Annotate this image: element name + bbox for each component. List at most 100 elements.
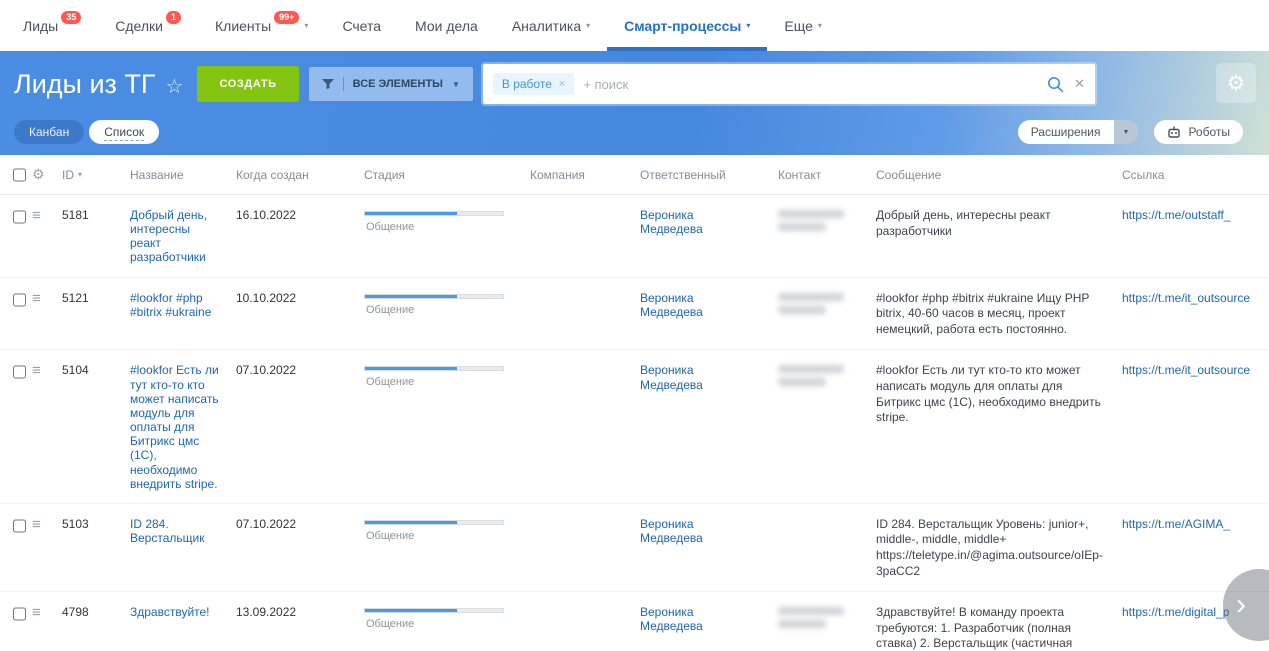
contact-redacted (778, 365, 844, 386)
main-menu: Лиды 35 Сделки 1 Клиенты 99+ ▾ Счета Мои… (0, 0, 1269, 51)
nav-item-more[interactable]: Еще ▾ (767, 0, 839, 51)
message-text: #lookfor Есть ли тут кто-то кто может на… (876, 363, 1101, 424)
column-header-id[interactable]: ID▾ (54, 168, 122, 182)
table-row[interactable]: ≡ 5121 #lookfor #php #bitrix #ukraine 10… (0, 278, 1269, 351)
stage-progress-bar (364, 211, 504, 216)
robots-button[interactable]: Роботы (1154, 120, 1243, 144)
created-date: 10.10.2022 (228, 291, 356, 305)
responsible-link[interactable]: Вероника Медведева (640, 605, 722, 633)
column-header-stage[interactable]: Стадия (356, 168, 522, 182)
select-all-checkbox[interactable] (13, 168, 26, 182)
nav-label: Еще (784, 18, 813, 34)
responsible-link[interactable]: Вероника Медведева (640, 291, 722, 319)
settings-gear-button[interactable]: ⚙ (1216, 63, 1256, 103)
responsible-link[interactable]: Вероника Медведева (640, 517, 722, 545)
extensions-label: Расширения (1018, 120, 1114, 144)
table-row[interactable]: ≡ 5181 Добрый день, интересны реакт разр… (0, 195, 1269, 278)
column-header-created[interactable]: Когда создан (228, 168, 356, 182)
column-header-name[interactable]: Название (122, 168, 228, 182)
nav-label: Клиенты (215, 18, 271, 34)
tab-list[interactable]: Список (89, 120, 159, 144)
stage-label: Общение (364, 304, 514, 317)
stage-cell: Общение (356, 291, 522, 317)
telegram-link[interactable]: https://t.me/AGIMA_ (1122, 517, 1230, 531)
nav-item-leads[interactable]: Лиды 35 (6, 0, 98, 51)
stage-progress-fill (365, 212, 457, 215)
telegram-link[interactable]: https://t.me/outstaff_ (1122, 208, 1231, 222)
filter-preset-button[interactable]: ВСЕ ЭЛЕМЕНТЫ ▼ (309, 67, 473, 101)
filter-label: ВСЕ ЭЛЕМЕНТЫ (353, 78, 443, 90)
contact-redacted (778, 293, 844, 314)
filter-chip-in-progress[interactable]: В работе × (493, 73, 574, 95)
row-checkbox[interactable] (13, 210, 26, 224)
contact-cell (770, 605, 868, 628)
table-row[interactable]: ≡ 4798 Здравствуйте! 13.09.2022 Общение … (0, 592, 1269, 651)
search-icon[interactable] (1047, 76, 1064, 93)
nav-item-invoices[interactable]: Счета (325, 0, 398, 51)
app-window: Лиды 35 Сделки 1 Клиенты 99+ ▾ Счета Мои… (0, 0, 1269, 651)
chip-remove-icon[interactable]: × (559, 78, 565, 90)
created-date: 16.10.2022 (228, 208, 356, 222)
stage-cell: Общение (356, 363, 522, 389)
column-header-link[interactable]: Ссылка (1114, 168, 1269, 182)
message-text: Добрый день, интересны реакт разработчик… (876, 208, 1051, 238)
nav-item-analytics[interactable]: Аналитика ▾ (495, 0, 607, 51)
nav-item-smart-processes[interactable]: Смарт-процессы ▾ (607, 0, 767, 51)
row-checkbox[interactable] (13, 293, 26, 307)
search-bar[interactable]: В работе × ✕ (483, 64, 1095, 104)
nav-item-clients[interactable]: Клиенты 99+ ▾ (198, 0, 325, 51)
stage-progress-fill (365, 295, 457, 298)
lead-name-link[interactable]: Добрый день, интересны реакт разработчик… (130, 208, 207, 264)
stage-label: Общение (364, 376, 514, 389)
row-checkbox[interactable] (13, 365, 26, 379)
chevron-down-icon[interactable]: ▼ (1114, 120, 1139, 144)
lead-name-link[interactable]: Здравствуйте! (130, 605, 210, 619)
create-button[interactable]: СОЗДАТЬ (197, 66, 298, 102)
row-menu-icon[interactable]: ≡ (32, 604, 41, 621)
nav-item-deals[interactable]: Сделки 1 (98, 0, 198, 51)
telegram-link[interactable]: https://t.me/it_outsource (1122, 291, 1250, 305)
filter-chip-label: В работе (502, 77, 552, 91)
created-date: 13.09.2022 (228, 605, 356, 619)
lead-name-link[interactable]: ID 284. Верстальщик (130, 517, 204, 545)
row-checkbox[interactable] (13, 607, 26, 621)
deals-count-badge: 1 (166, 11, 181, 24)
stage-progress-bar (364, 608, 504, 613)
column-header-message[interactable]: Сообщение (868, 168, 1114, 182)
table-row[interactable]: ≡ 5103 ID 284. Верстальщик 07.10.2022 Об… (0, 504, 1269, 592)
nav-label: Мои дела (415, 18, 478, 34)
column-header-company[interactable]: Компания (522, 168, 632, 182)
row-menu-icon[interactable]: ≡ (32, 207, 41, 224)
extensions-button[interactable]: Расширения ▼ (1018, 120, 1139, 144)
grid-settings-gear-icon[interactable]: ⚙ (32, 166, 45, 182)
responsible-link[interactable]: Вероника Медведева (640, 208, 722, 236)
lead-name-link[interactable]: #lookfor Есть ли тут кто-то кто может на… (130, 363, 219, 490)
lead-name-link[interactable]: #lookfor #php #bitrix #ukraine (130, 291, 211, 319)
chevron-down-icon: ▾ (818, 21, 822, 30)
row-menu-icon[interactable]: ≡ (32, 362, 41, 379)
stage-progress-bar (364, 366, 504, 371)
page-title: Лиды из ТГ (14, 69, 156, 100)
nav-label: Смарт-процессы (624, 18, 741, 34)
column-header-responsible[interactable]: Ответственный (632, 168, 770, 182)
row-menu-icon[interactable]: ≡ (32, 290, 41, 307)
row-id: 5121 (54, 291, 122, 305)
search-input[interactable] (574, 77, 1047, 92)
telegram-link[interactable]: https://t.me/digital_p (1122, 605, 1229, 619)
nav-item-my-tasks[interactable]: Мои дела (398, 0, 495, 51)
tab-kanban[interactable]: Канбан (14, 120, 84, 144)
row-menu-icon[interactable]: ≡ (32, 516, 41, 533)
funnel-icon (322, 78, 334, 90)
telegram-link[interactable]: https://t.me/it_outsource (1122, 363, 1250, 377)
responsible-link[interactable]: Вероника Медведева (640, 363, 722, 391)
row-checkbox[interactable] (13, 519, 26, 533)
message-text: Здравствуйте! В команду проекта требуютс… (876, 605, 1095, 651)
favorite-star-icon[interactable]: ☆ (166, 74, 184, 99)
table-row[interactable]: ≡ 5104 #lookfor Есть ли тут кто-то кто м… (0, 350, 1269, 503)
nav-label: Счета (342, 18, 381, 34)
stage-cell: Общение (356, 605, 522, 631)
clients-count-badge: 99+ (274, 11, 299, 24)
stage-label: Общение (364, 221, 514, 234)
column-header-contact[interactable]: Контакт (770, 168, 868, 182)
search-clear-icon[interactable]: ✕ (1074, 76, 1085, 92)
